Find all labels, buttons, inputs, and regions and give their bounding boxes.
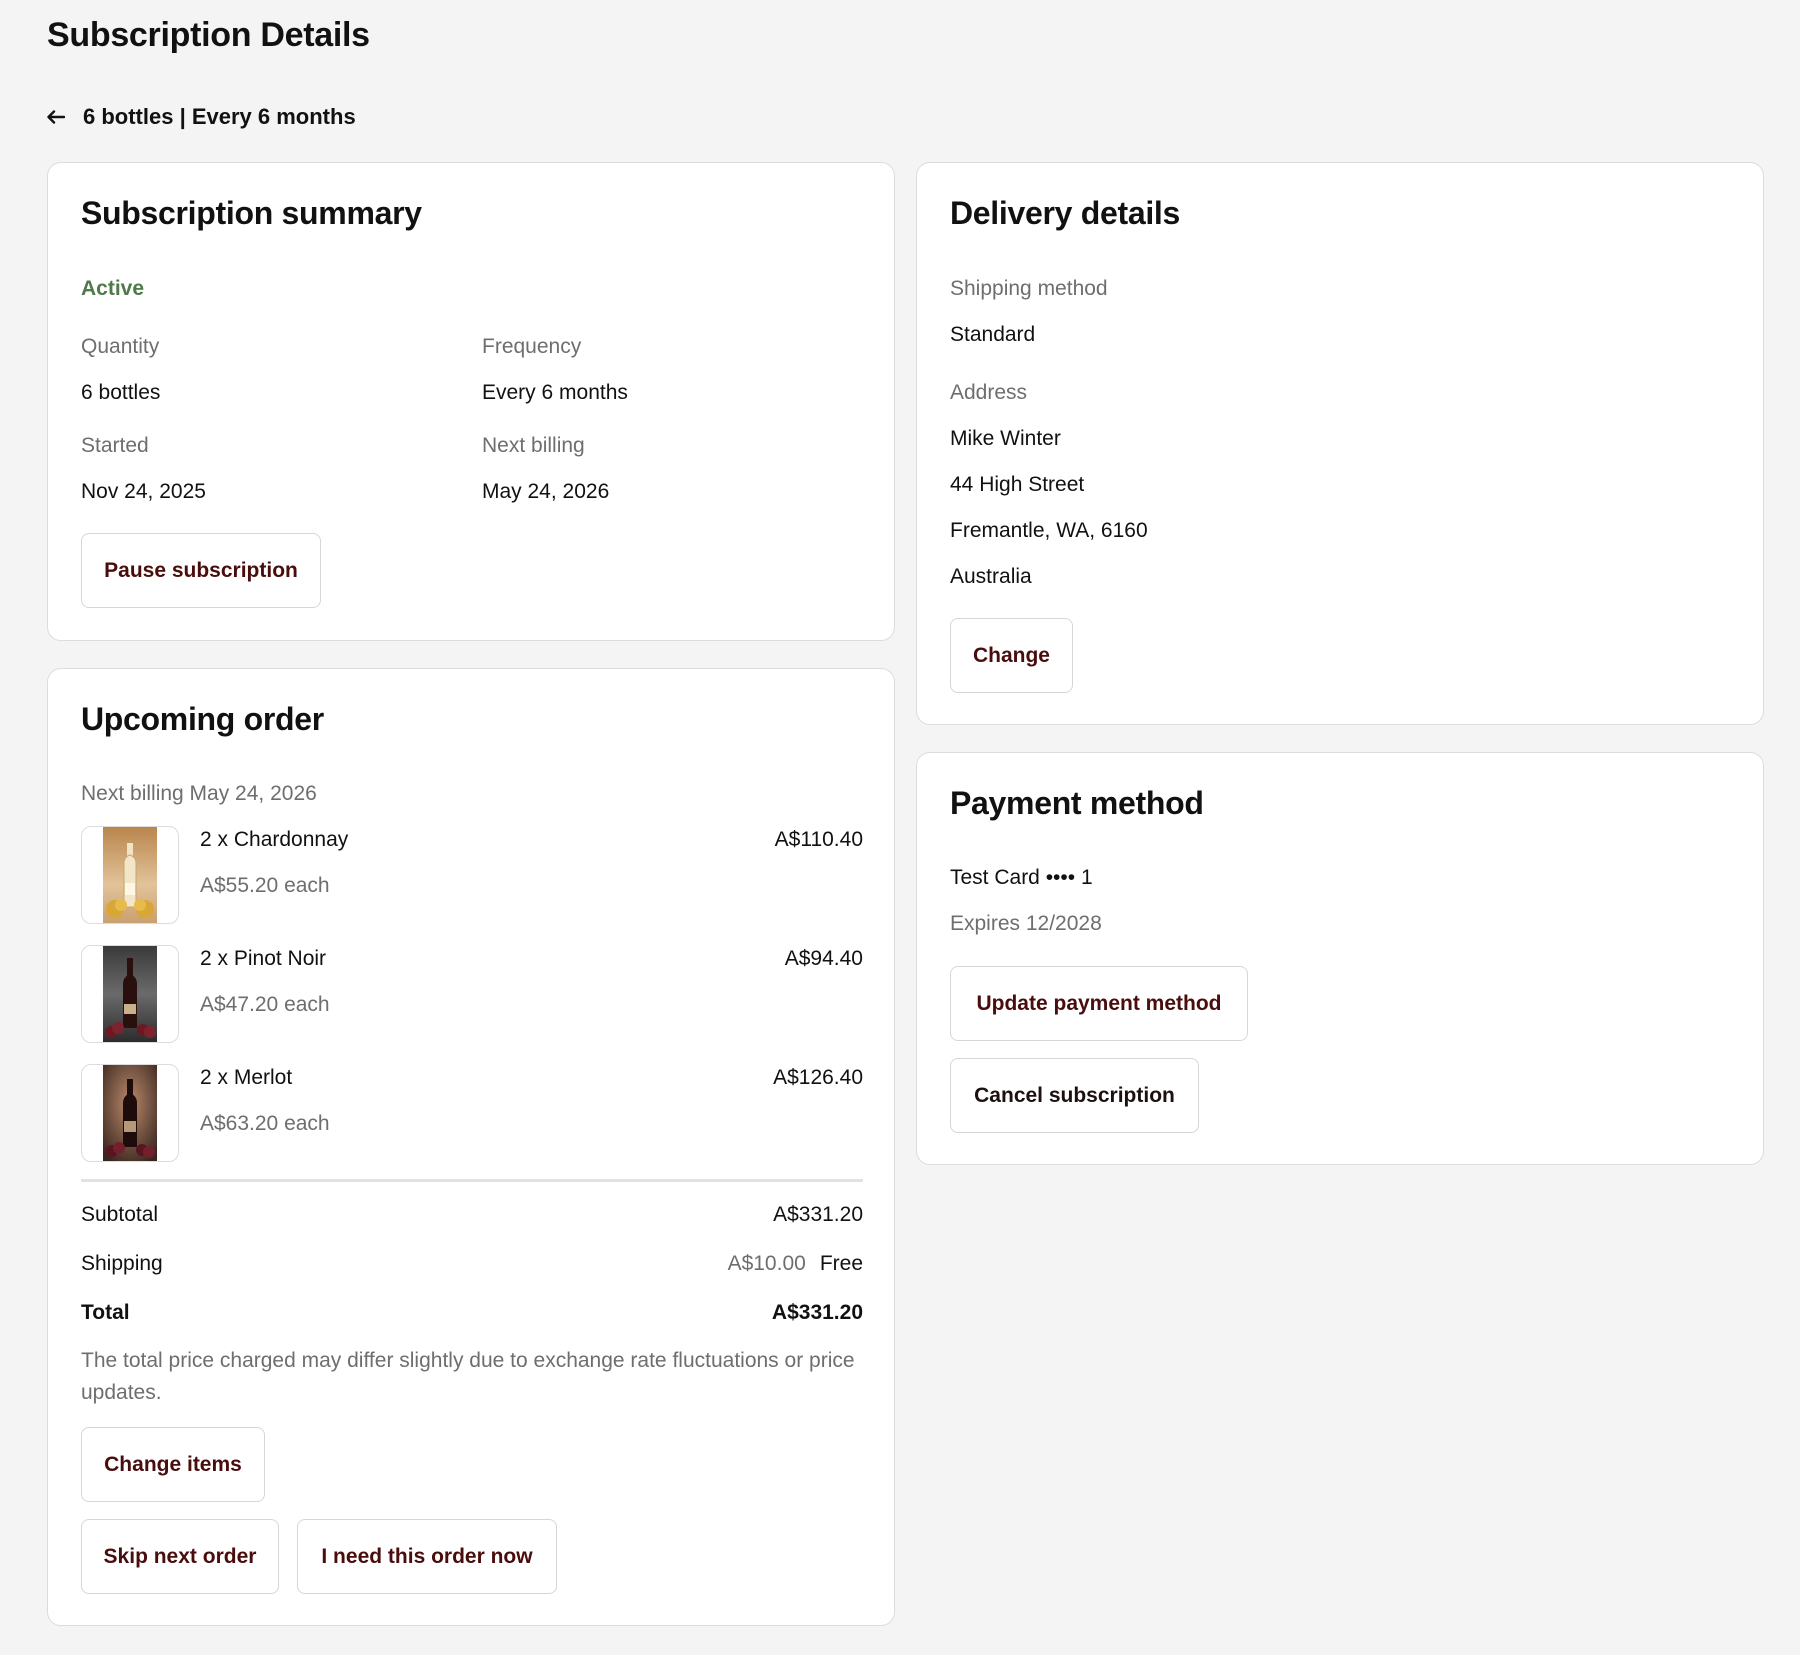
wine-bottle-icon (103, 946, 157, 1042)
payment-method-card: Payment method Test Card •••• 1 Expires … (916, 752, 1764, 1165)
next-billing-value: May 24, 2026 (482, 480, 610, 503)
delivery-details-card: Delivery details Shipping method Standar… (916, 162, 1764, 725)
wine-bottle-icon (103, 1065, 157, 1161)
shipping-row: Shipping A$10.00 Free (81, 1252, 863, 1276)
order-now-button[interactable]: I need this order now (297, 1519, 557, 1594)
item-total-price: A$94.40 (784, 947, 863, 970)
shipping-method-label: Shipping method (950, 277, 1108, 300)
change-address-button[interactable]: Change (950, 618, 1073, 693)
subtotal-row: Subtotal A$331.20 (81, 1203, 863, 1227)
back-link[interactable]: 6 bottles | Every 6 months (47, 104, 356, 130)
shipping-label: Shipping (81, 1252, 163, 1275)
update-payment-method-button[interactable]: Update payment method (950, 966, 1248, 1041)
total-label: Total (81, 1301, 130, 1324)
quantity-label: Quantity (81, 335, 160, 358)
address-country: Australia (950, 565, 1032, 588)
upcoming-heading: Upcoming order (81, 701, 324, 737)
subscription-details-page: Subscription Details 6 bottles | Every 6… (0, 0, 1800, 1655)
address-city: Fremantle, WA, 6160 (950, 519, 1148, 542)
frequency-value: Every 6 months (482, 381, 628, 404)
item-unit-price: A$63.20 each (200, 1112, 330, 1135)
upcoming-order-card: Upcoming order Next billing May 24, 2026 (47, 668, 895, 1626)
total-value: A$331.20 (771, 1301, 863, 1324)
items-divider (81, 1179, 863, 1182)
address-label: Address (950, 381, 1028, 404)
payment-heading: Payment method (950, 785, 1204, 821)
skip-next-order-button[interactable]: Skip next order (81, 1519, 279, 1594)
chardonnay-thumbnail (81, 826, 179, 924)
shipping-method-value: Standard (950, 323, 1036, 346)
pinot-noir-thumbnail (81, 945, 179, 1043)
total-row: Total A$331.20 (81, 1301, 863, 1325)
item-total-price: A$110.40 (774, 828, 863, 851)
quantity-value: 6 bottles (81, 381, 161, 404)
delivery-heading: Delivery details (950, 195, 1180, 231)
card-expiry: Expires 12/2028 (950, 912, 1102, 935)
order-item: 2 x Pinot Noir A$47.20 each A$94.40 (81, 945, 863, 1043)
subtotal-label: Subtotal (81, 1203, 159, 1226)
item-unit-price: A$47.20 each (200, 993, 330, 1016)
next-billing-label: Next billing (482, 434, 585, 457)
item-unit-price: A$55.20 each (200, 874, 330, 897)
shipping-value: Free (819, 1252, 863, 1275)
order-item: 2 x Merlot A$63.20 each A$126.40 (81, 1064, 863, 1162)
wine-bottle-icon (103, 827, 157, 923)
back-link-label: 6 bottles | Every 6 months (83, 104, 356, 129)
item-total-price: A$126.40 (773, 1066, 863, 1089)
upcoming-next-billing: Next billing May 24, 2026 (81, 782, 317, 805)
subtotal-value: A$331.20 (773, 1203, 863, 1226)
address-street: 44 High Street (950, 473, 1085, 496)
card-number: Test Card •••• 1 (950, 866, 1093, 889)
page-title: Subscription Details (47, 16, 370, 54)
item-name: 2 x Pinot Noir (200, 947, 327, 970)
subscription-summary-card: Subscription summary Active Quantity 6 b… (47, 162, 895, 641)
started-label: Started (81, 434, 149, 457)
cancel-subscription-button[interactable]: Cancel subscription (950, 1058, 1199, 1133)
order-item: 2 x Chardonnay A$55.20 each A$110.40 (81, 826, 863, 924)
status-badge: Active (81, 277, 145, 300)
exchange-rate-note: The total price charged may differ sligh… (81, 1349, 855, 1404)
item-name: 2 x Merlot (200, 1066, 293, 1089)
change-items-button[interactable]: Change items (81, 1427, 265, 1502)
item-name: 2 x Chardonnay (200, 828, 349, 851)
arrow-left-icon (47, 110, 65, 124)
frequency-label: Frequency (482, 335, 582, 358)
summary-heading: Subscription summary (81, 195, 422, 231)
shipping-original-price: A$10.00 (727, 1252, 806, 1275)
started-value: Nov 24, 2025 (81, 480, 206, 503)
pause-subscription-button[interactable]: Pause subscription (81, 533, 321, 608)
merlot-thumbnail (81, 1064, 179, 1162)
address-name: Mike Winter (950, 427, 1061, 450)
shipping-value-group: A$10.00 Free (728, 1252, 863, 1276)
